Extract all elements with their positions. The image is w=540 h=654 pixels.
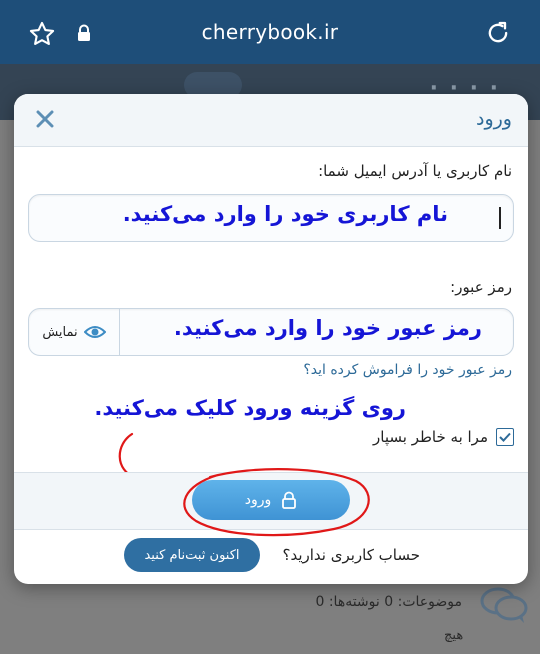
text-caret [499, 207, 501, 229]
last-post-text: هیچ [444, 628, 464, 643]
browser-toolbar: cherrybook.ir [0, 0, 540, 64]
modal-title: ورود [476, 108, 512, 130]
username-label: نام کاربری یا آدرس ایمیل شما: [318, 162, 512, 180]
modal-header: ورود [14, 94, 528, 147]
password-label: رمز عبور: [450, 278, 512, 296]
remember-me-row[interactable]: مرا به خاطر بسپار [373, 428, 514, 446]
password-annotation: رمز عبور خود را وارد می‌کنید. [173, 316, 482, 340]
forgot-password-link[interactable]: رمز عبور خود را فراموش کرده اید؟ [303, 362, 512, 378]
register-button[interactable]: اکنون ثبت‌نام کنید [124, 538, 260, 572]
show-password-label: نمایش [42, 324, 78, 340]
no-account-text: حساب کاربری ندارید؟ [282, 546, 421, 564]
reload-icon[interactable] [484, 19, 512, 47]
eye-icon [83, 326, 106, 338]
chat-bubbles-icon [480, 587, 528, 623]
forum-stats: موضوعات: 0 نوشته‌ها: 0 [315, 594, 462, 610]
register-row: حساب کاربری ندارید؟ اکنون ثبت‌نام کنید [14, 528, 528, 584]
username-annotation: نام کاربری خود را وارد می‌کنید. [122, 202, 448, 226]
click-annotation: روی گزینه ورود کلیک می‌کنید. [94, 396, 406, 420]
url-bar[interactable]: cherrybook.ir [0, 20, 540, 44]
close-icon[interactable] [34, 108, 56, 130]
show-password-button[interactable]: نمایش [29, 309, 120, 355]
remember-me-label: مرا به خاطر بسپار [373, 428, 488, 446]
login-modal: ورود نام کاربری یا آدرس ایمیل شما: نام ک… [14, 94, 528, 584]
checkmark-icon [499, 432, 511, 442]
login-action-bar: ورود [14, 468, 528, 537]
remember-me-checkbox[interactable] [496, 428, 514, 446]
